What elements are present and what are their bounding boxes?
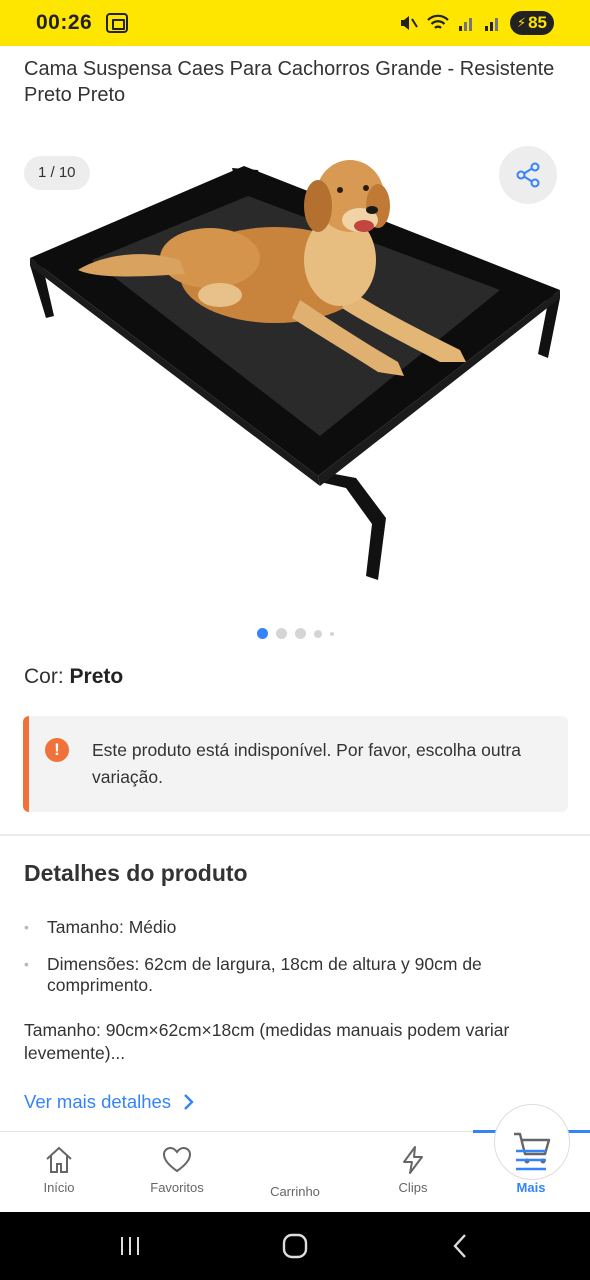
nav-item-carrinho[interactable]: Carrinho	[236, 1104, 570, 1213]
nav-label: Início	[43, 1180, 75, 1195]
pagination-dot[interactable]	[313, 629, 322, 638]
back-icon[interactable]	[452, 1233, 468, 1259]
menu-icon	[516, 1149, 546, 1171]
pagination-dot-active[interactable]	[256, 628, 268, 639]
status-bar: 00:26 ⚡ 85	[0, 0, 590, 46]
recent-apps-icon[interactable]	[118, 1234, 142, 1258]
product-gallery[interactable]: 1 / 10	[0, 140, 590, 620]
status-time: 00:26	[36, 11, 93, 34]
screen: 00:26 ⚡ 85 Cama Suspensa Caes Para Cacho…	[0, 0, 590, 1280]
nav-label: Carrinho	[270, 1184, 320, 1199]
signal-icon-2	[484, 18, 498, 31]
nav-label: Favoritos	[150, 1180, 204, 1195]
see-more-details-link[interactable]: Ver mais detalhes	[24, 1091, 195, 1113]
nav-item-inicio[interactable]: Início	[0, 1132, 118, 1213]
signal-icon	[458, 18, 472, 31]
detail-bullet-text: Dimensões: 62cm de largura, 18cm de altu…	[47, 954, 482, 995]
home-button-icon[interactable]	[282, 1233, 308, 1259]
product-image[interactable]	[0, 140, 590, 620]
alert-text: Este produto está indisponível. Por favo…	[92, 740, 522, 787]
nav-item-clips[interactable]: Clips	[354, 1132, 472, 1213]
warning-icon: !	[45, 738, 69, 762]
detail-bullet: • Tamanho: Médio	[24, 917, 557, 938]
color-label: Cor:	[24, 665, 64, 688]
wifi-icon	[427, 14, 449, 29]
heart-icon	[162, 1146, 192, 1173]
charging-icon: ⚡	[516, 15, 527, 30]
unavailable-alert: ! Este produto está indisponível. Por fa…	[23, 716, 568, 812]
pagination-dot[interactable]	[294, 628, 306, 639]
nav-item-mais[interactable]: Mais	[472, 1132, 590, 1213]
share-button[interactable]	[499, 146, 557, 204]
screenshot-icon	[106, 13, 129, 33]
nav-label: Mais	[516, 1180, 546, 1195]
nav-label: Clips	[398, 1180, 428, 1195]
bullet-dot-icon: •	[24, 956, 29, 972]
color-selector: Cor: Preto	[24, 665, 123, 689]
battery-badge: ⚡ 85	[509, 11, 554, 35]
gallery-pagination[interactable]	[0, 628, 590, 639]
nav-item-favoritos[interactable]: Favoritos	[118, 1132, 236, 1213]
bullet-dot-icon: •	[24, 919, 29, 935]
see-more-label[interactable]: Ver mais detalhes	[24, 1091, 171, 1113]
detail-bullet: • Dimensões: 62cm de largura, 18cm de al…	[24, 954, 557, 996]
product-title: Cama Suspensa Caes Para Cachorros Grande…	[24, 58, 555, 106]
status-icons: ⚡ 85	[398, 11, 554, 35]
bottom-navigation: Início Favoritos Carrinho Clips Mais	[0, 1104, 590, 1213]
image-counter: 1 / 10	[24, 156, 90, 190]
product-description: Tamanho: 90cm×62cm×18cm (medidas manuais…	[24, 1020, 510, 1063]
home-icon	[46, 1146, 72, 1173]
android-navigation-bar	[0, 1212, 590, 1280]
divider	[0, 834, 590, 836]
lightning-icon	[403, 1146, 423, 1174]
detail-bullet-text: Tamanho: Médio	[47, 917, 177, 937]
battery-level: 85	[528, 13, 547, 32]
chevron-right-icon	[184, 1094, 194, 1110]
details-title: Detalhes do produto	[24, 860, 248, 886]
pagination-dot[interactable]	[275, 628, 287, 639]
share-icon	[516, 162, 540, 188]
mute-icon	[400, 16, 418, 30]
color-value: Preto	[69, 665, 124, 688]
pagination-dot[interactable]	[329, 631, 334, 636]
